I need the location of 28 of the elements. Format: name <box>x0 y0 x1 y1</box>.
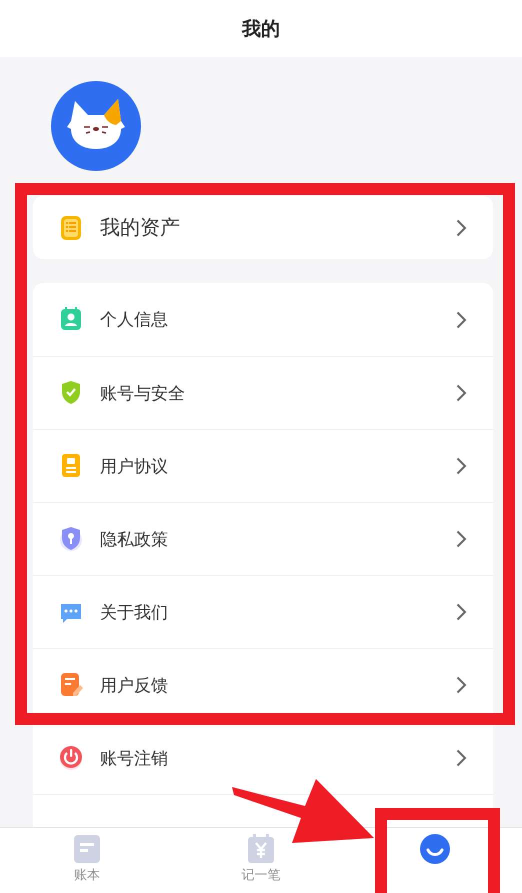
menu-item-label: 我的资产 <box>100 214 181 241</box>
tab-label: 账本 <box>74 867 100 884</box>
list-icon <box>58 214 84 242</box>
menu-item-label: 关于我们 <box>100 602 169 624</box>
menu-item-label: 用户反馈 <box>100 674 169 696</box>
smiley-icon <box>420 834 450 864</box>
chevron-right-icon <box>456 457 467 475</box>
menu-item-label: 隐私政策 <box>100 528 169 550</box>
chevron-right-icon <box>456 310 467 328</box>
document-icon <box>73 834 101 864</box>
chevron-right-icon <box>456 676 467 694</box>
calendar-yen-icon <box>247 834 275 864</box>
page-title: 我的 <box>242 16 280 42</box>
power-icon <box>58 744 84 772</box>
chevron-right-icon <box>456 218 467 236</box>
note-pencil-icon <box>58 671 84 699</box>
tab[interactable]: 账本 <box>0 828 174 893</box>
chevron-right-icon <box>456 384 467 402</box>
menu-item-label: 账号注销 <box>100 748 169 770</box>
chevron-right-icon <box>456 530 467 548</box>
chevron-right-icon <box>456 749 467 767</box>
avatar-icon[interactable] <box>51 81 141 171</box>
menu-item-label: 账号与安全 <box>100 382 186 404</box>
shield-keyhole-icon <box>58 525 84 553</box>
menu-item-label: 用户协议 <box>100 456 169 478</box>
chevron-right-icon <box>456 603 467 621</box>
menu-item-label: 个人信息 <box>100 309 169 331</box>
tab-label: 记一笔 <box>242 867 280 884</box>
